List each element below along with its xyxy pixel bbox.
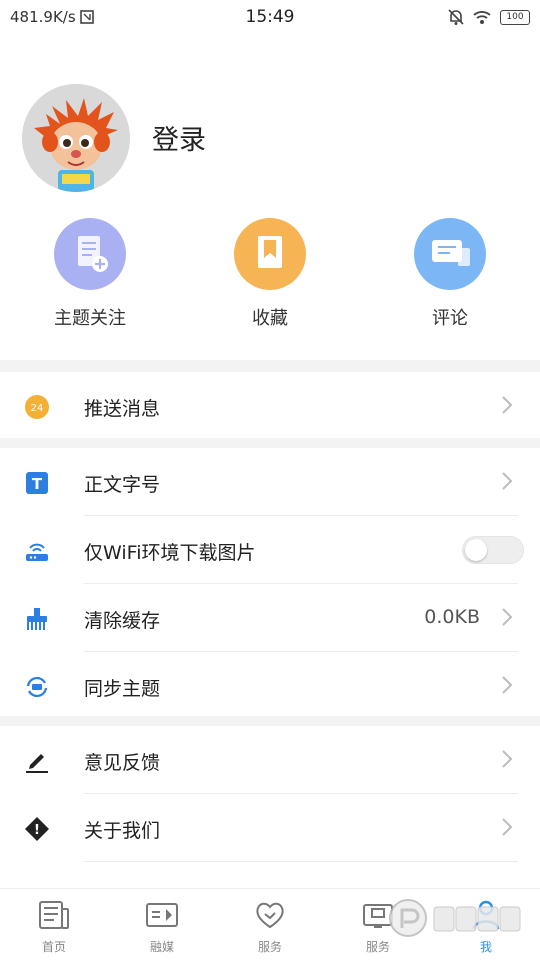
quick-action-label: 评论	[432, 308, 468, 329]
doc-add-icon	[54, 218, 126, 290]
toggle-knob	[465, 539, 487, 561]
chevron-right-icon	[502, 608, 513, 626]
svg-text:!: !	[34, 823, 40, 838]
chevron-right-icon	[502, 676, 513, 694]
svg-text:24: 24	[31, 403, 44, 414]
media-icon	[146, 903, 178, 927]
menu-item-push[interactable]: 24 推送消息	[0, 372, 540, 440]
watermark-logo	[388, 898, 524, 938]
quick-action-comments[interactable]: 评论	[360, 218, 540, 330]
status-right: 100	[448, 8, 530, 26]
pen-icon	[26, 754, 48, 773]
tab-label: 首页	[41, 940, 66, 954]
menu-item-label: 清除缓存	[84, 610, 161, 632]
menu-item-label: 正文字号	[84, 474, 161, 496]
bookmark-icon	[234, 218, 306, 290]
mute-bell-icon	[448, 9, 464, 25]
tab-label: 我	[479, 940, 492, 954]
menu-item-font-size[interactable]: T 正文字号	[0, 448, 540, 516]
menu-item-label: 同步主题	[84, 678, 161, 700]
menu-item-clear-cache[interactable]: 清除缓存 0.0KB	[0, 584, 540, 652]
login-link[interactable]: 登录	[152, 118, 206, 157]
menu-item-label: 推送消息	[84, 398, 161, 420]
watermark-mark-icon	[389, 899, 427, 937]
cleaner-icon	[27, 608, 47, 630]
chat-icon	[414, 218, 486, 290]
menu-item-label: 关于我们	[84, 820, 161, 842]
section-divider	[0, 716, 540, 726]
chevron-right-icon	[502, 750, 513, 768]
tab-label: 融媒	[149, 940, 174, 954]
tab-media[interactable]: 融媒	[108, 899, 216, 955]
quick-action-label: 收藏	[252, 308, 288, 329]
tab-home[interactable]: 首页	[0, 899, 108, 955]
quick-action-favorites[interactable]: 收藏	[180, 218, 360, 330]
chevron-right-icon	[502, 472, 513, 490]
push-badge-icon: 24	[25, 395, 49, 419]
section-divider	[0, 438, 540, 448]
tab-service[interactable]: 服务	[216, 899, 324, 955]
wifi-icon	[473, 11, 491, 24]
watermark-text-image	[433, 906, 521, 932]
battery-indicator: 100	[500, 9, 530, 25]
router-icon	[26, 543, 48, 561]
heart-icon	[256, 902, 284, 929]
tab-label: 服务	[365, 940, 390, 954]
menu-item-label: 意见反馈	[84, 752, 161, 774]
wifi-only-toggle[interactable]	[462, 536, 524, 564]
quick-action-topic-follow[interactable]: 主题关注	[0, 218, 180, 330]
status-bar: 481.9K/s 15:49 100	[0, 0, 540, 36]
row-divider	[84, 861, 518, 862]
section-divider	[0, 360, 540, 372]
svg-text:T: T	[32, 475, 43, 493]
news-icon	[39, 901, 69, 929]
cache-size-value: 0.0KB	[424, 606, 480, 628]
profile-header[interactable]: 登录	[0, 80, 540, 192]
avatar[interactable]	[22, 84, 130, 192]
quick-action-label: 主题关注	[54, 308, 126, 329]
info-diamond-icon: !	[25, 817, 49, 841]
tab-label: 服务	[257, 940, 282, 954]
menu-item-feedback[interactable]: 意见反馈	[0, 726, 540, 794]
mascot-avatar-image	[22, 84, 130, 192]
menu-item-wifi-only: 仅WiFi环境下载图片	[0, 516, 540, 584]
menu-item-sync-topics[interactable]: 同步主题	[0, 652, 540, 720]
sync-icon	[26, 676, 48, 698]
menu-item-label: 仅WiFi环境下载图片	[84, 542, 256, 564]
chevron-right-icon	[502, 396, 513, 414]
font-size-icon: T	[26, 472, 48, 494]
chevron-right-icon	[502, 818, 513, 836]
menu-item-about[interactable]: ! 关于我们	[0, 794, 540, 862]
